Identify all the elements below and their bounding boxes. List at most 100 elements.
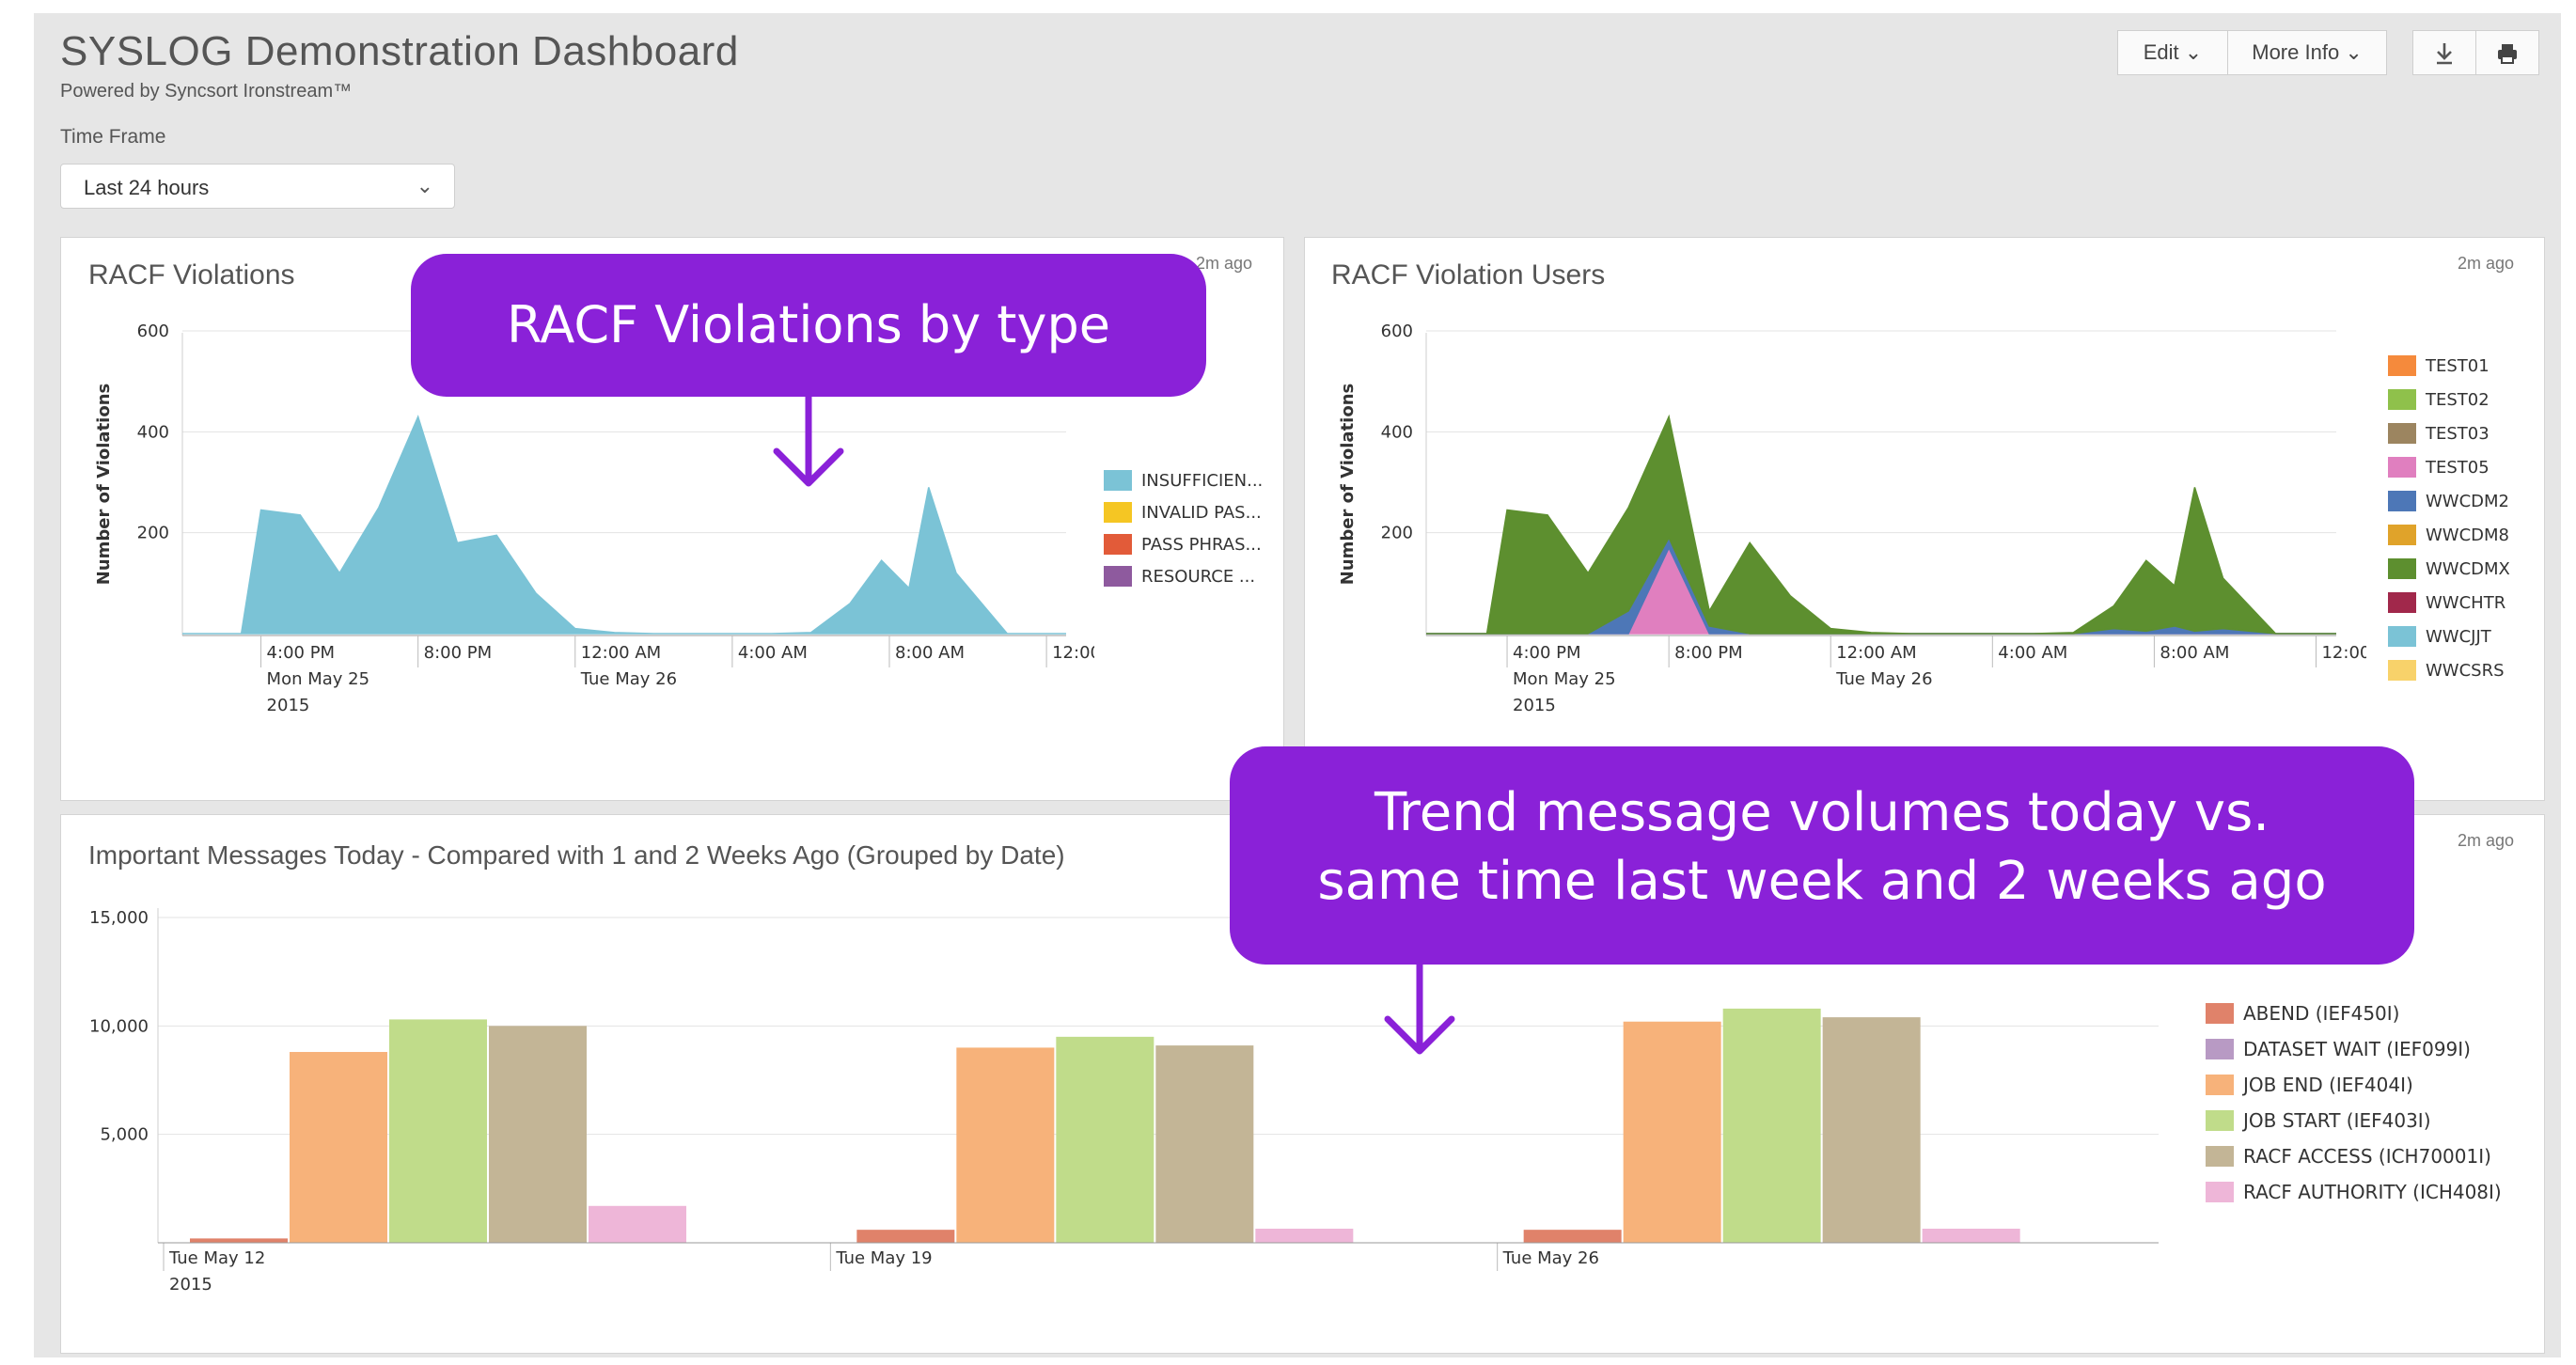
- download-icon: [2437, 43, 2452, 65]
- legend-swatch: [1104, 470, 1132, 491]
- bar-abend-ief450i-: [190, 1238, 288, 1243]
- x-tick-label: Tue May 12: [168, 1248, 265, 1268]
- legend-swatch: [2388, 558, 2416, 579]
- arrow-down-icon: [773, 393, 844, 487]
- legend-item[interactable]: JOB START (IEF403I): [2206, 1109, 2502, 1132]
- legend-item[interactable]: INSUFFICIEN...: [1104, 470, 1263, 491]
- legend-swatch: [2388, 355, 2416, 376]
- bar-racf-authority-ich408i-: [1922, 1229, 2020, 1243]
- y-tick-label: 600: [137, 322, 169, 341]
- y-tick-label: 200: [137, 524, 169, 543]
- legend-label: WWCJJT: [2426, 626, 2491, 647]
- legend-item[interactable]: RACF AUTHORITY (ICH408I): [2206, 1181, 2502, 1203]
- x-tick-sublabel: Tue May 26: [1835, 669, 1932, 689]
- page-title: SYSLOG Demonstration Dashboard: [60, 28, 739, 74]
- legend-label: RACF ACCESS (ICH70001I): [2243, 1145, 2491, 1168]
- legend-swatch: [1104, 534, 1132, 555]
- y-tick-label: 200: [1381, 524, 1413, 543]
- timeframe-label: Time Frame: [60, 126, 166, 148]
- more-info-label: More Info: [2252, 40, 2340, 64]
- x-tick-label: 8:00 AM: [895, 643, 965, 663]
- bar-job-start-ief403i-: [1722, 1008, 1821, 1243]
- legend-swatch: [2206, 1146, 2234, 1167]
- racf-violation-users-chart: 200 400 600 Number of Violations 4:00 PM Mon …: [1338, 322, 2366, 715]
- bar-racf-authority-ich408i-: [1255, 1229, 1354, 1243]
- legend-label: JOB START (IEF403I): [2243, 1109, 2431, 1132]
- bar-racf-access-ich70001i-: [1822, 1017, 1921, 1243]
- x-tick-label: 12:00 AM: [581, 643, 661, 663]
- legend-item[interactable]: RACF ACCESS (ICH70001I): [2206, 1145, 2502, 1168]
- legend-swatch: [1104, 566, 1132, 587]
- chevron-down-icon: ⌄: [416, 174, 433, 197]
- legend-label: PASS PHRAS...: [1141, 534, 1262, 555]
- legend-item[interactable]: WWCDM8: [2388, 525, 2510, 545]
- x-tick-label: 8:00 PM: [424, 643, 493, 663]
- edit-label: Edit: [2143, 40, 2179, 64]
- bar-racf-access-ich70001i-: [1155, 1045, 1254, 1243]
- bar-racf-access-ich70001i-: [489, 1026, 587, 1243]
- arrow-down-icon: [1384, 961, 1455, 1055]
- legend-item[interactable]: TEST05: [2388, 457, 2510, 478]
- legend-item[interactable]: DATASET WAIT (IEF099I): [2206, 1038, 2502, 1060]
- legend-item[interactable]: TEST01: [2388, 355, 2510, 376]
- legend-swatch: [2388, 423, 2416, 444]
- legend-swatch: [2388, 457, 2416, 478]
- legend-item[interactable]: PASS PHRAS...: [1104, 534, 1263, 555]
- legend-item[interactable]: RESOURCE ...: [1104, 566, 1263, 587]
- edit-button[interactable]: Edit ⌄: [2117, 30, 2228, 75]
- x-tick-label: 12:00 PM: [2321, 643, 2366, 663]
- timeframe-value: Last 24 hours: [84, 176, 210, 199]
- y-axis-label: Number of Violations: [94, 384, 114, 585]
- legend-item[interactable]: WWCDM2: [2388, 491, 2510, 511]
- bar-abend-ief450i-: [1523, 1230, 1622, 1243]
- legend-item[interactable]: INVALID PAS...: [1104, 502, 1263, 523]
- legend-swatch: [2388, 660, 2416, 681]
- more-info-button[interactable]: More Info ⌄: [2227, 30, 2387, 75]
- legend-label: WWCHTR: [2426, 592, 2506, 613]
- legend-item[interactable]: WWCHTR: [2388, 592, 2510, 613]
- callout-violations-text: RACF Violations by type: [507, 295, 1110, 354]
- timeframe-select[interactable]: Last 24 hours ⌄: [60, 164, 455, 209]
- legend-item[interactable]: TEST02: [2388, 389, 2510, 410]
- legend-label: ABEND (IEF450I): [2243, 1002, 2400, 1025]
- callout-violations: RACF Violations by type: [411, 254, 1206, 397]
- download-button[interactable]: [2412, 30, 2476, 75]
- x-tick-label: 8:00 PM: [1674, 643, 1743, 663]
- racf-violations-legend: INSUFFICIEN... INVALID PAS... PASS PHRAS..…: [1104, 470, 1263, 598]
- callout-trend-line1: Trend message volumes today vs.: [1374, 782, 2270, 843]
- area-series-wwcdmx: [1426, 414, 2336, 635]
- bar-job-end-ief404i-: [1623, 1021, 1721, 1243]
- legend-label: TEST03: [2426, 423, 2490, 444]
- legend-item[interactable]: TEST03: [2388, 423, 2510, 444]
- legend-label: WWCDMX: [2426, 558, 2510, 579]
- legend-label: TEST02: [2426, 389, 2490, 410]
- legend-item[interactable]: WWCSRS: [2388, 660, 2510, 681]
- racf-violation-users-updated: 2m ago: [2458, 254, 2515, 273]
- legend-label: WWCDM2: [2426, 491, 2510, 511]
- legend-label: WWCDM8: [2426, 525, 2510, 545]
- legend-item[interactable]: WWCJJT: [2388, 626, 2510, 647]
- x-tick-label: 4:00 PM: [267, 643, 336, 663]
- legend-swatch: [2388, 626, 2416, 647]
- legend-swatch: [2388, 525, 2416, 545]
- x-tick-sublabel: Mon May 25: [1513, 669, 1616, 689]
- legend-swatch: [2388, 592, 2416, 613]
- legend-label: TEST05: [2426, 457, 2490, 478]
- x-tick-sublabel: 2015: [169, 1275, 212, 1294]
- chevron-down-icon: ⌄: [2345, 40, 2363, 64]
- legend-item[interactable]: WWCDMX: [2388, 558, 2510, 579]
- y-tick-label: 400: [137, 422, 169, 442]
- legend-item[interactable]: JOB END (IEF404I): [2206, 1074, 2502, 1096]
- important-messages-updated: 2m ago: [2458, 831, 2515, 850]
- legend-swatch: [2388, 389, 2416, 410]
- bar-job-start-ief403i-: [389, 1019, 487, 1243]
- y-tick-label: 15,000: [89, 908, 149, 928]
- x-tick-label: 4:00 PM: [1513, 643, 1581, 663]
- legend-swatch: [1104, 502, 1132, 523]
- important-messages-legend: ABEND (IEF450I) DATASET WAIT (IEF099I) JOB…: [2206, 1002, 2502, 1216]
- x-tick-sublabel: Mon May 25: [267, 669, 370, 689]
- legend-swatch: [2388, 491, 2416, 511]
- print-button[interactable]: [2475, 30, 2539, 75]
- legend-item[interactable]: ABEND (IEF450I): [2206, 1002, 2502, 1025]
- legend-label: RACF AUTHORITY (ICH408I): [2243, 1181, 2502, 1203]
